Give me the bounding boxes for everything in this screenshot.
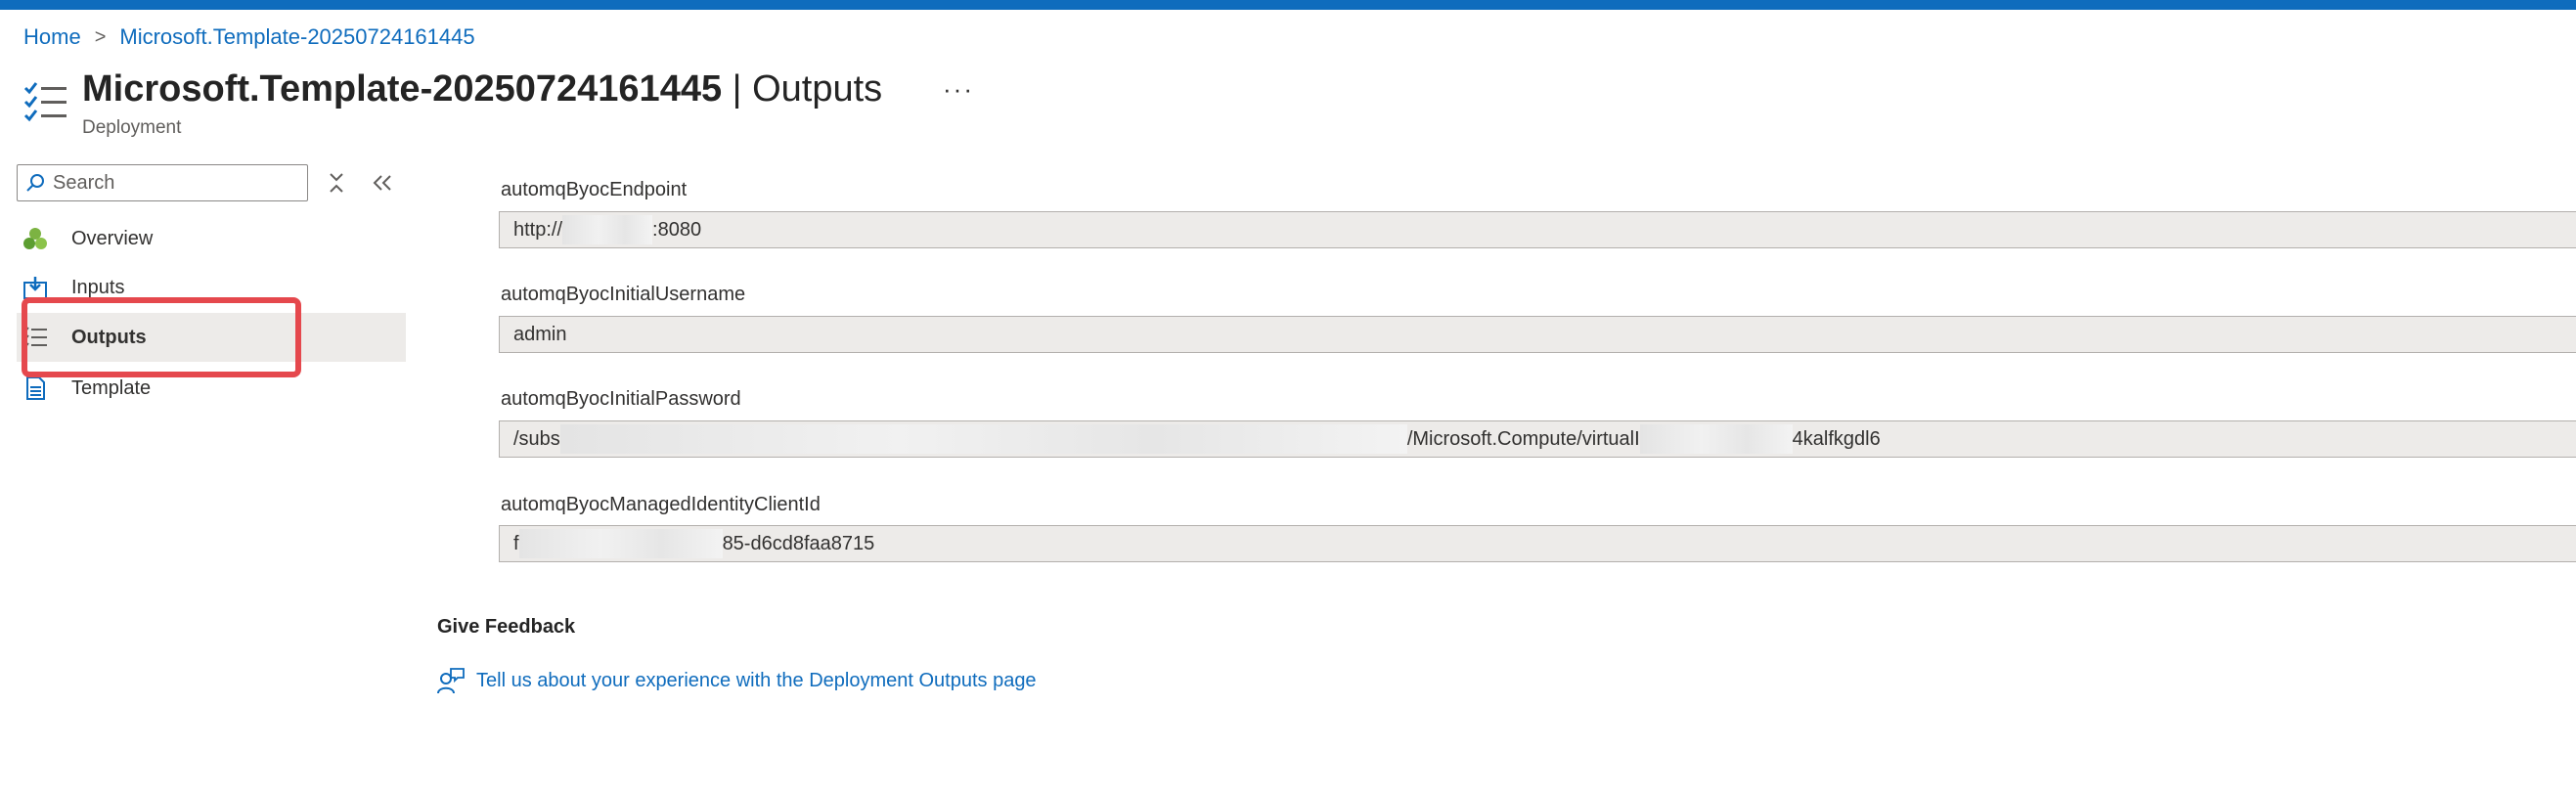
breadcrumb: Home > Microsoft.Template-20250724161445 xyxy=(23,22,475,53)
more-options-button[interactable]: ··· xyxy=(943,74,974,105)
breadcrumb-current-link[interactable]: Microsoft.Template-20250724161445 xyxy=(119,24,474,50)
output-label-endpoint: automqByocEndpoint xyxy=(501,179,688,200)
collapse-sidebar-icon[interactable] xyxy=(372,172,393,194)
output-label-username: automqByocInitialUsername xyxy=(501,284,746,305)
sidebar-item-label: Template xyxy=(71,376,152,399)
search-input[interactable] xyxy=(51,170,299,196)
overview-icon xyxy=(23,228,47,249)
output-label-client-id: automqByocManagedIdentityClientId xyxy=(501,494,821,515)
output-value-suffix: 85-d6cd8faa8715 xyxy=(722,532,875,554)
sidebar-item-overview[interactable]: Overview xyxy=(17,214,406,263)
redacted-area xyxy=(562,215,653,244)
output-value-text: admin xyxy=(513,323,567,345)
top-accent-bar xyxy=(0,0,2576,10)
feedback-link-text: Tell us about your experience with the D… xyxy=(476,669,1037,691)
page-title: Microsoft.Template-20250724161445 | Outp… xyxy=(82,68,882,110)
feedback-person-icon xyxy=(437,668,465,694)
output-value-password[interactable]: /subs /Microsoft.Compute/virtualI 4kalfk… xyxy=(499,420,2576,458)
feedback-heading: Give Feedback xyxy=(437,616,576,638)
output-value-prefix: http:// xyxy=(513,218,563,241)
output-label-password: automqByocInitialPassword xyxy=(501,388,741,410)
output-value-suffix: 4kalfkgdl6 xyxy=(1792,427,1881,450)
output-value-middle: /Microsoft.Compute/virtualI xyxy=(1406,427,1640,450)
page-title-section: | Outputs xyxy=(722,68,883,110)
output-value-username[interactable]: admin xyxy=(499,316,2576,353)
feedback-link[interactable]: Tell us about your experience with the D… xyxy=(437,667,1037,694)
redacted-area xyxy=(559,424,1407,454)
collapse-all-icon[interactable] xyxy=(327,172,346,194)
page-title-resource: Microsoft.Template-20250724161445 xyxy=(82,68,723,110)
outputs-list-icon xyxy=(23,82,67,122)
annotation-highlight-box xyxy=(22,297,301,377)
output-value-suffix: :8080 xyxy=(652,218,702,241)
output-value-client-id[interactable]: f 85-d6cd8faa8715 xyxy=(499,525,2576,562)
breadcrumb-separator: > xyxy=(94,25,107,48)
redacted-area xyxy=(1639,424,1793,454)
sidebar-search xyxy=(17,164,308,201)
redacted-area xyxy=(518,529,723,558)
sidebar-item-label: Inputs xyxy=(71,276,125,298)
output-value-prefix: /subs xyxy=(513,427,560,450)
page-subtitle: Deployment xyxy=(82,117,182,138)
output-value-endpoint[interactable]: http:// :8080 xyxy=(499,211,2576,248)
template-icon xyxy=(26,376,45,400)
search-icon xyxy=(26,174,44,192)
breadcrumb-home-link[interactable]: Home xyxy=(23,24,81,50)
sidebar-item-label: Overview xyxy=(71,227,154,249)
